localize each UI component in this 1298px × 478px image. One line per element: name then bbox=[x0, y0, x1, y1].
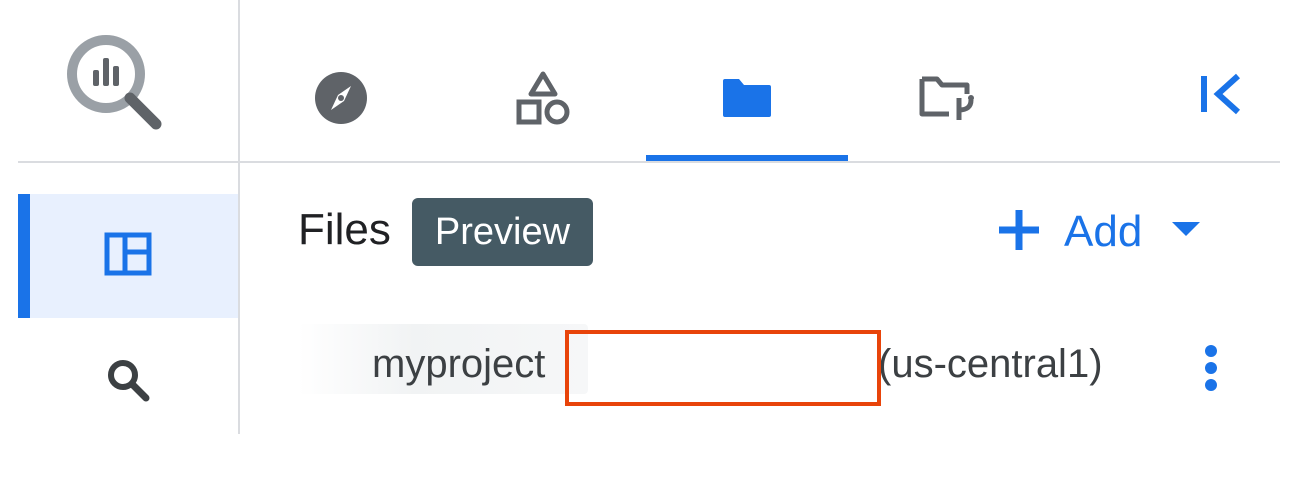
collapse-left-icon bbox=[1198, 72, 1246, 121]
panel-layout-icon bbox=[104, 232, 152, 281]
project-name: myproject bbox=[372, 342, 546, 386]
rail-item-search[interactable] bbox=[18, 318, 238, 446]
collapse-panel-button[interactable] bbox=[1192, 68, 1252, 124]
folder-icon bbox=[721, 77, 773, 124]
tab-assets[interactable] bbox=[442, 0, 644, 161]
rail-item-explorer[interactable] bbox=[18, 194, 238, 318]
more-vert-icon bbox=[1196, 345, 1226, 398]
more-options-button[interactable] bbox=[1196, 344, 1226, 394]
search-icon bbox=[104, 356, 152, 409]
preview-badge: Preview bbox=[412, 198, 593, 266]
shapes-icon bbox=[515, 70, 571, 131]
tab-explore[interactable] bbox=[240, 0, 442, 161]
compass-icon bbox=[313, 70, 369, 131]
bigquery-logo-icon[interactable] bbox=[62, 30, 162, 130]
project-region: (us-central1) bbox=[878, 342, 1103, 386]
add-button-label: Add bbox=[1064, 207, 1143, 256]
dropdown-arrow-icon bbox=[1172, 221, 1201, 243]
tab-bar-separator bbox=[240, 161, 1280, 163]
region-annotation-box bbox=[565, 330, 881, 406]
tab-repositories[interactable] bbox=[848, 0, 1050, 161]
plus-icon bbox=[996, 207, 1042, 258]
rail-separator bbox=[18, 161, 240, 163]
folder-git-icon bbox=[919, 74, 979, 127]
files-title: Files bbox=[298, 205, 391, 254]
add-button[interactable]: Add bbox=[996, 200, 1226, 264]
tab-bar bbox=[240, 0, 1280, 161]
tab-files[interactable] bbox=[646, 0, 848, 161]
